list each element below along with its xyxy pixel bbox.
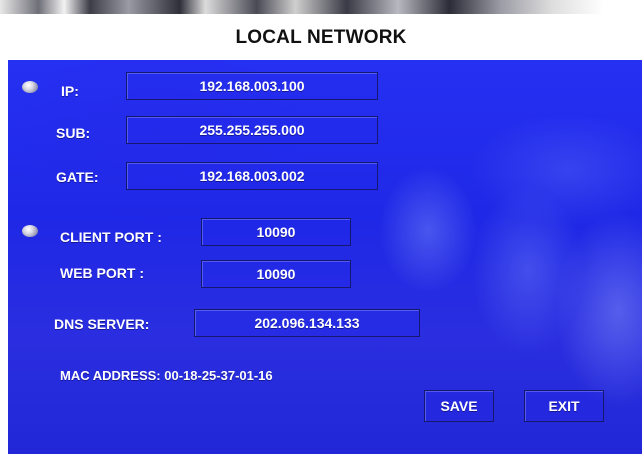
ip-field[interactable]: 192.168.003.100 <box>126 72 378 100</box>
port-mode-radio[interactable] <box>22 225 38 237</box>
exit-button[interactable]: EXIT <box>524 390 604 422</box>
mac-address-text: MAC ADDRESS: 00-18-25-37-01-16 <box>60 368 273 383</box>
client-port-field[interactable]: 10090 <box>201 218 351 246</box>
ip-mode-radio[interactable] <box>22 81 38 93</box>
top-image-strip <box>0 0 642 14</box>
gate-label: GATE: <box>56 169 99 185</box>
ip-label: IP: <box>61 83 79 99</box>
web-port-field[interactable]: 10090 <box>201 260 351 288</box>
gateway-field[interactable]: 192.168.003.002 <box>126 162 378 190</box>
sub-label: SUB: <box>56 125 91 141</box>
page-title: LOCAL NETWORK <box>235 27 407 48</box>
dns-server-label: DNS SERVER: <box>54 316 150 332</box>
network-settings-panel: IP: 192.168.003.100 SUB: 255.255.255.000… <box>8 60 642 454</box>
dns-server-field[interactable]: 202.096.134.133 <box>194 309 420 337</box>
web-port-label: WEB PORT : <box>60 265 144 281</box>
save-button[interactable]: SAVE <box>424 390 494 422</box>
client-port-label: CLIENT PORT : <box>60 229 162 245</box>
subnet-field[interactable]: 255.255.255.000 <box>126 116 378 144</box>
